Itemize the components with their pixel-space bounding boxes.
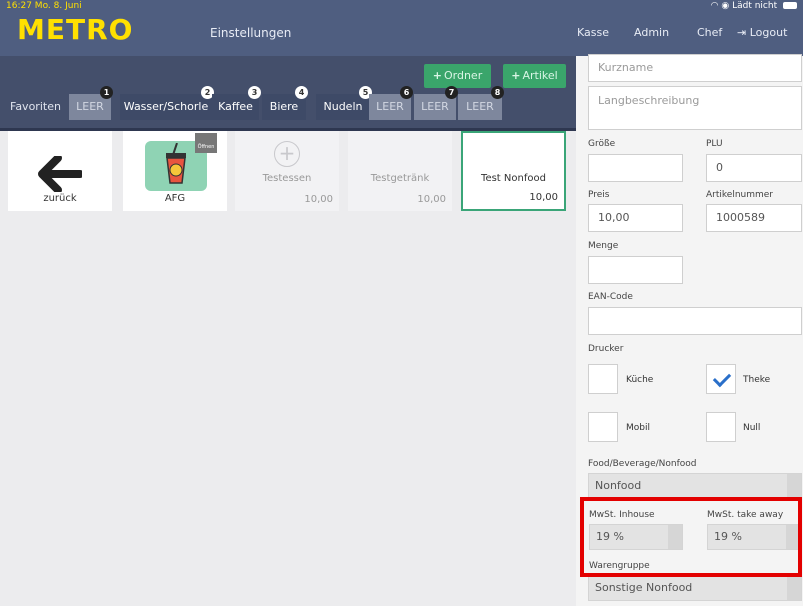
tab-badge: 7 bbox=[445, 86, 458, 99]
status-indicators: ◠ ◉ Lädt nicht bbox=[711, 1, 797, 11]
tab-nudeln[interactable]: Nudeln 5 bbox=[316, 86, 372, 120]
tab-label: Kaffee bbox=[218, 100, 253, 113]
battery-icon bbox=[783, 2, 797, 9]
tile-afg[interactable]: Öffnen AFG bbox=[123, 131, 227, 211]
location-icon: ◉ bbox=[721, 1, 730, 11]
back-tile[interactable]: zurück bbox=[8, 131, 112, 211]
groesse-input[interactable] bbox=[588, 154, 683, 182]
tile-label: AFG bbox=[164, 193, 186, 204]
nav-chef[interactable]: Chef bbox=[697, 26, 722, 39]
plu-input[interactable]: 0 bbox=[706, 154, 802, 182]
tab-badge: 3 bbox=[248, 86, 261, 99]
tab-label: LEER bbox=[76, 100, 104, 113]
logout-label: Logout bbox=[749, 26, 788, 39]
drucker-theke-checkbox[interactable] bbox=[706, 364, 736, 394]
tab-label: LEER bbox=[466, 100, 494, 113]
tile-testessen[interactable]: + Testessen 10,00 bbox=[235, 131, 339, 211]
tile-label: zurück bbox=[43, 193, 77, 204]
food-beverage-select[interactable]: Nonfood bbox=[588, 473, 802, 499]
menge-input[interactable] bbox=[588, 256, 683, 284]
nav-admin[interactable]: Admin bbox=[634, 26, 669, 39]
tab-slot-6[interactable]: LEER 6 bbox=[369, 86, 413, 120]
plus-icon: + bbox=[432, 69, 442, 82]
tab-slot-7[interactable]: LEER 7 bbox=[414, 86, 458, 120]
dropdown-arrow-icon bbox=[787, 576, 801, 600]
menge-label: Menge bbox=[588, 241, 619, 251]
preis-label: Preis bbox=[588, 190, 610, 200]
add-article-label: Artikel bbox=[522, 69, 558, 82]
tile-label: Test Nonfood bbox=[481, 173, 546, 184]
tab-label: Biere bbox=[269, 100, 299, 113]
wifi-icon: ◠ bbox=[710, 1, 719, 11]
warengruppe-select[interactable]: Sonstige Nonfood bbox=[588, 575, 802, 601]
tab-badge: 6 bbox=[400, 86, 413, 99]
tab-biere[interactable]: Biere 4 bbox=[262, 86, 308, 120]
logout-icon: ⇥ bbox=[737, 26, 747, 39]
langbeschreibung-input[interactable]: Langbeschreibung bbox=[588, 86, 802, 130]
tab-label: Wasser/Schorle bbox=[123, 100, 209, 113]
add-placeholder-icon: + bbox=[274, 141, 300, 167]
tile-price: 10,00 bbox=[529, 192, 558, 203]
ean-input[interactable] bbox=[588, 307, 802, 335]
drucker-kueche-label: Küche bbox=[626, 375, 654, 385]
kurzname-input[interactable]: Kurzname bbox=[588, 54, 802, 82]
tile-testgetraenk[interactable]: Testgetränk 10,00 bbox=[348, 131, 452, 211]
tab-kaffee[interactable]: Kaffee 3 bbox=[212, 86, 261, 120]
battery-status-text: Lädt nicht bbox=[732, 1, 778, 11]
drucker-kueche-checkbox[interactable] bbox=[588, 364, 618, 394]
drink-cup-icon bbox=[166, 143, 186, 184]
open-folder-badge[interactable]: Öffnen bbox=[195, 133, 217, 153]
tile-price: 10,00 bbox=[304, 194, 333, 205]
tile-price: 10,00 bbox=[417, 194, 446, 205]
tab-label: LEER bbox=[376, 100, 404, 113]
drucker-mobil-checkbox[interactable] bbox=[588, 412, 618, 442]
plu-label: PLU bbox=[706, 139, 723, 149]
arrow-left-icon bbox=[38, 156, 82, 192]
tab-slot-1[interactable]: LEER 1 bbox=[69, 86, 113, 120]
tile-label: Testgetränk bbox=[370, 173, 430, 184]
tile-label: Testessen bbox=[262, 173, 312, 184]
add-article-button[interactable]: + Artikel bbox=[503, 64, 566, 88]
food-beverage-label: Food/Beverage/Nonfood bbox=[588, 459, 697, 469]
plus-icon: + bbox=[511, 69, 521, 82]
metro-logo: METRO bbox=[17, 13, 134, 46]
groesse-label: Größe bbox=[588, 139, 616, 149]
nav-kasse[interactable]: Kasse bbox=[577, 26, 609, 39]
add-folder-label: Ordner bbox=[443, 69, 483, 82]
tab-wasser-schorle[interactable]: Wasser/Schorle 2 bbox=[120, 86, 214, 120]
preis-input[interactable]: 10,00 bbox=[588, 204, 683, 232]
tile-test-nonfood[interactable]: Test Nonfood 10,00 bbox=[461, 131, 566, 211]
dropdown-arrow-icon bbox=[787, 474, 801, 498]
tab-slot-8[interactable]: LEER 8 bbox=[458, 86, 504, 120]
drucker-theke-label: Theke bbox=[743, 375, 771, 385]
tab-label: Nudeln bbox=[323, 100, 363, 113]
tab-badge: 1 bbox=[100, 86, 113, 99]
food-beverage-value: Nonfood bbox=[595, 479, 642, 492]
favorites-label: Favoriten bbox=[10, 100, 61, 113]
artikelnummer-label: Artikelnummer bbox=[706, 190, 773, 200]
mwst-highlight-box bbox=[580, 497, 802, 577]
warengruppe-value: Sonstige Nonfood bbox=[595, 581, 693, 594]
artikelnummer-input[interactable]: 1000589 bbox=[706, 204, 802, 232]
drucker-null-checkbox[interactable] bbox=[706, 412, 736, 442]
drucker-null-label: Null bbox=[743, 423, 761, 433]
ean-label: EAN-Code bbox=[588, 292, 633, 302]
add-folder-button[interactable]: + Ordner bbox=[424, 64, 491, 88]
tab-badge: 4 bbox=[295, 86, 308, 99]
open-folder-label: Öffnen bbox=[197, 144, 215, 150]
page-title: Einstellungen bbox=[210, 26, 292, 40]
tab-label: LEER bbox=[421, 100, 449, 113]
drucker-mobil-label: Mobil bbox=[626, 423, 650, 433]
logout-button[interactable]: ⇥ Logout bbox=[737, 26, 787, 39]
drucker-label: Drucker bbox=[588, 344, 624, 354]
tab-badge: 8 bbox=[491, 86, 504, 99]
